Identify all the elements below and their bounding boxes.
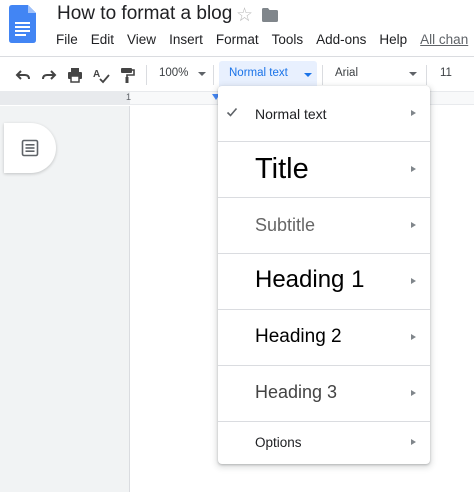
menu-item-heading-1[interactable]: Heading 1 bbox=[218, 254, 430, 309]
font-caret-icon[interactable] bbox=[409, 72, 417, 76]
ruler-mark: 1 bbox=[126, 92, 132, 102]
menu-format[interactable]: Format bbox=[216, 32, 259, 48]
submenu-arrow-icon bbox=[411, 390, 416, 396]
zoom-caret-icon[interactable] bbox=[198, 72, 206, 76]
paragraph-style-value: Normal text bbox=[229, 67, 288, 79]
menu-edit[interactable]: Edit bbox=[91, 32, 114, 48]
svg-text:A: A bbox=[93, 69, 100, 80]
menu-item-heading-2[interactable]: Heading 2 bbox=[218, 310, 430, 365]
menu-item-label: Title bbox=[255, 153, 309, 185]
docs-logo-icon[interactable] bbox=[9, 5, 36, 43]
show-outline-button[interactable] bbox=[4, 123, 56, 173]
paragraph-style-select[interactable]: Normal text bbox=[219, 61, 317, 89]
menu-help[interactable]: Help bbox=[379, 32, 407, 48]
outline-panel bbox=[0, 106, 130, 492]
toolbar-divider bbox=[213, 65, 214, 85]
ruler-margin bbox=[0, 92, 130, 105]
menu-item-title[interactable]: Title bbox=[218, 142, 430, 197]
submenu-arrow-icon bbox=[411, 278, 416, 284]
submenu-arrow-icon bbox=[411, 222, 416, 228]
menu-item-options[interactable]: Options bbox=[218, 422, 430, 464]
menu-item-label: Heading 2 bbox=[255, 326, 342, 347]
document-title[interactable]: How to format a blog bbox=[57, 3, 232, 25]
undo-icon[interactable] bbox=[14, 66, 32, 84]
submenu-arrow-icon bbox=[411, 166, 416, 172]
menu-item-label: Subtitle bbox=[255, 215, 316, 235]
folder-icon[interactable] bbox=[262, 8, 278, 22]
redo-icon[interactable] bbox=[40, 66, 58, 84]
submenu-arrow-icon bbox=[411, 439, 416, 445]
font-size-input[interactable]: 11 bbox=[440, 67, 452, 79]
menu-item-label: Normal text bbox=[255, 106, 327, 122]
toolbar-divider bbox=[146, 65, 147, 85]
menu-item-heading-3[interactable]: Heading 3 bbox=[218, 366, 430, 421]
menu-item-subtitle[interactable]: Subtitle bbox=[218, 198, 430, 253]
all-changes-link[interactable]: All chan bbox=[420, 32, 468, 48]
checkmark-icon bbox=[226, 107, 238, 117]
paint-format-icon[interactable] bbox=[118, 66, 136, 84]
menu-item-normal-text[interactable]: Normal text bbox=[218, 86, 430, 141]
zoom-select[interactable]: 100% bbox=[159, 67, 188, 79]
toolbar-divider bbox=[426, 65, 427, 85]
star-icon[interactable]: ☆ bbox=[236, 4, 253, 27]
font-select[interactable]: Arial bbox=[335, 67, 358, 79]
submenu-arrow-icon bbox=[411, 334, 416, 340]
print-icon[interactable] bbox=[66, 66, 84, 84]
menu-file[interactable]: File bbox=[56, 32, 78, 48]
menu-item-label: Heading 3 bbox=[255, 382, 338, 402]
menu-view[interactable]: View bbox=[127, 32, 156, 48]
spellcheck-icon[interactable]: A bbox=[92, 66, 110, 84]
menu-insert[interactable]: Insert bbox=[169, 32, 203, 48]
submenu-arrow-icon bbox=[411, 110, 416, 116]
ruler-ticks bbox=[140, 97, 218, 99]
style-caret-icon bbox=[304, 73, 312, 77]
menu-item-label: Options bbox=[255, 435, 302, 450]
menu-tools[interactable]: Tools bbox=[272, 32, 304, 48]
toolbar-divider bbox=[322, 65, 323, 85]
outline-icon bbox=[21, 139, 39, 157]
menu-addons[interactable]: Add-ons bbox=[316, 32, 366, 48]
menu-item-label: Heading 1 bbox=[255, 266, 365, 293]
menu-bar: File Edit View Insert Format Tools Add-o… bbox=[56, 32, 468, 48]
paragraph-style-menu: Normal text Title Subtitle Heading 1 Hea… bbox=[218, 86, 430, 464]
